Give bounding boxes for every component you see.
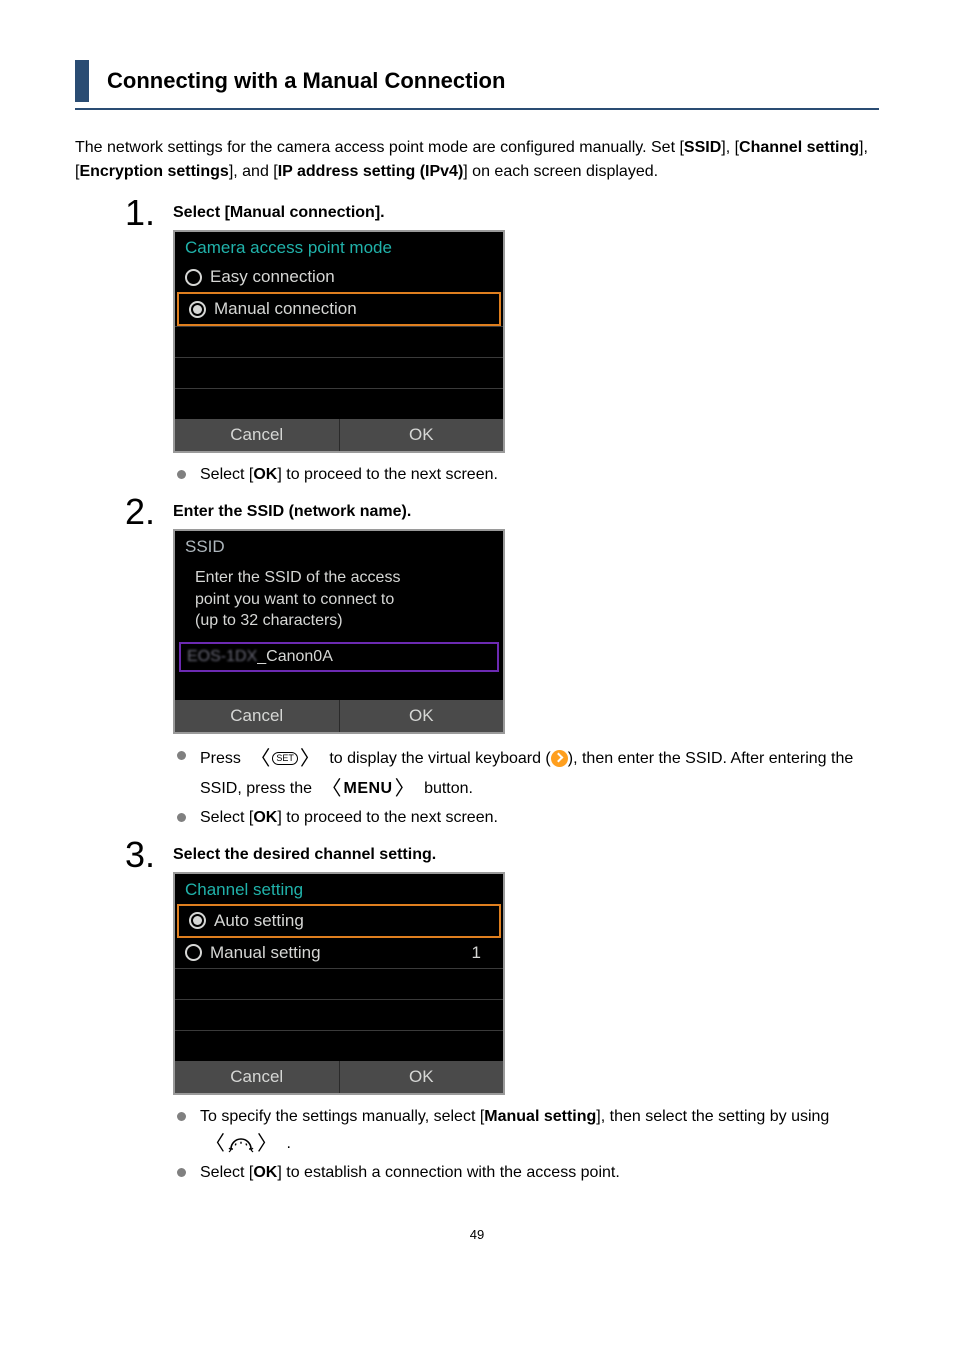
screen-header: Channel setting	[175, 874, 503, 904]
bullet-text: To specify the settings manually, select…	[200, 1108, 484, 1125]
bullet-item: Select [OK] to proceed to the next scree…	[173, 463, 879, 487]
main-dial-icon: 〈 〉	[203, 1129, 279, 1159]
intro-bold-encryption: Encryption settings	[79, 163, 228, 180]
option-label: Easy connection	[210, 267, 335, 287]
intro-text: The network settings for the camera acce…	[75, 139, 684, 156]
screen-bottom-bar: Cancel OK	[175, 419, 503, 451]
ok-button: OK	[339, 1061, 504, 1093]
bullet-bold: Manual setting	[484, 1108, 596, 1125]
link-icon[interactable]	[551, 750, 568, 767]
screen-message: Enter the SSID of the access point you w…	[175, 561, 503, 640]
set-button-icon: 〈SET〉	[248, 744, 322, 774]
intro-text: ], [	[721, 139, 739, 156]
intro-bold-ip: IP address setting (IPv4)	[278, 163, 464, 180]
bullet-text: Press	[200, 750, 245, 767]
bullet-text: Select [	[200, 809, 253, 826]
option-auto-setting: Auto setting	[177, 904, 501, 938]
bullet-icon	[177, 813, 186, 822]
bullet-text: .	[286, 1135, 290, 1152]
bullet-bold: OK	[253, 466, 277, 483]
bullet-text: to display the virtual keyboard (	[329, 750, 550, 767]
page-number: 49	[75, 1227, 879, 1242]
bullet-text: Select [	[200, 466, 253, 483]
ok-button: OK	[339, 419, 504, 451]
ssid-prefix: EOS-1DX	[187, 648, 257, 665]
intro-text: ], and [	[229, 163, 278, 180]
step-title: Select the desired channel setting.	[173, 846, 879, 864]
camera-screen-1: Camera access point mode Easy connection…	[173, 230, 505, 453]
camera-screen-3: Channel setting Auto setting Manual sett…	[173, 872, 505, 1095]
bullet-text: Select [	[200, 1164, 253, 1181]
radio-unselected-icon	[185, 269, 202, 286]
bullet-text: ] to proceed to the next screen.	[277, 466, 498, 483]
option-value: 1	[472, 943, 493, 963]
section-heading: Connecting with a Manual Connection	[75, 60, 879, 102]
menu-button-icon: 〈MENU〉	[320, 774, 417, 804]
bullet-icon	[177, 470, 186, 479]
intro-bold-ssid: SSID	[684, 139, 721, 156]
bullet-text: button.	[424, 780, 473, 797]
option-label: Manual connection	[214, 299, 357, 319]
step-2: 2. Enter the SSID (network name). SSID E…	[75, 491, 879, 832]
option-label: Manual setting	[210, 943, 321, 963]
bullet-item: Select [OK] to establish a connection wi…	[173, 1161, 879, 1185]
camera-screen-2: SSID Enter the SSID of the access point …	[173, 529, 505, 734]
screen-bottom-bar: Cancel OK	[175, 700, 503, 732]
screen-header: SSID	[175, 531, 503, 561]
cancel-button: Cancel	[175, 419, 339, 451]
bullet-bold: OK	[253, 809, 277, 826]
cancel-button: Cancel	[175, 700, 339, 732]
option-easy-connection: Easy connection	[175, 262, 503, 292]
bullet-item: Select [OK] to proceed to the next scree…	[173, 806, 879, 830]
section-heading-wrap: Connecting with a Manual Connection	[75, 60, 879, 110]
option-manual-connection: Manual connection	[177, 292, 501, 326]
step-title: Select [Manual connection].	[173, 204, 879, 222]
bullet-text: ] to establish a connection with the acc…	[277, 1164, 619, 1181]
bullet-bold: OK	[253, 1164, 277, 1181]
bullet-icon	[177, 1168, 186, 1177]
intro-paragraph: The network settings for the camera acce…	[75, 136, 879, 184]
option-manual-setting: Manual setting 1	[175, 938, 503, 968]
radio-selected-icon	[189, 912, 206, 929]
step-1: 1. Select [Manual connection]. Camera ac…	[75, 192, 879, 489]
ok-button: OK	[339, 700, 504, 732]
step-3: 3. Select the desired channel setting. C…	[75, 834, 879, 1187]
step-number: 3.	[75, 834, 173, 876]
cancel-button: Cancel	[175, 1061, 339, 1093]
intro-bold-channel: Channel setting	[739, 139, 859, 156]
ssid-input-field: EOS-1DX_Canon0A	[179, 642, 499, 672]
radio-unselected-icon	[185, 944, 202, 961]
step-title: Enter the SSID (network name).	[173, 503, 879, 521]
bullet-icon	[177, 751, 186, 760]
bullet-text: ], then select the setting by using	[596, 1108, 829, 1125]
bullet-text: ] to proceed to the next screen.	[277, 809, 498, 826]
intro-text: ] on each screen displayed.	[463, 163, 658, 180]
screen-header: Camera access point mode	[175, 232, 503, 262]
ssid-value: _Canon0A	[257, 648, 333, 665]
screen-bottom-bar: Cancel OK	[175, 1061, 503, 1093]
step-number: 2.	[75, 491, 173, 533]
radio-selected-icon	[189, 301, 206, 318]
bullet-icon	[177, 1112, 186, 1121]
bullet-item: Press 〈SET〉 to display the virtual keybo…	[173, 744, 879, 804]
bullet-item: To specify the settings manually, select…	[173, 1105, 879, 1159]
step-number: 1.	[75, 192, 173, 234]
option-label: Auto setting	[214, 911, 304, 931]
